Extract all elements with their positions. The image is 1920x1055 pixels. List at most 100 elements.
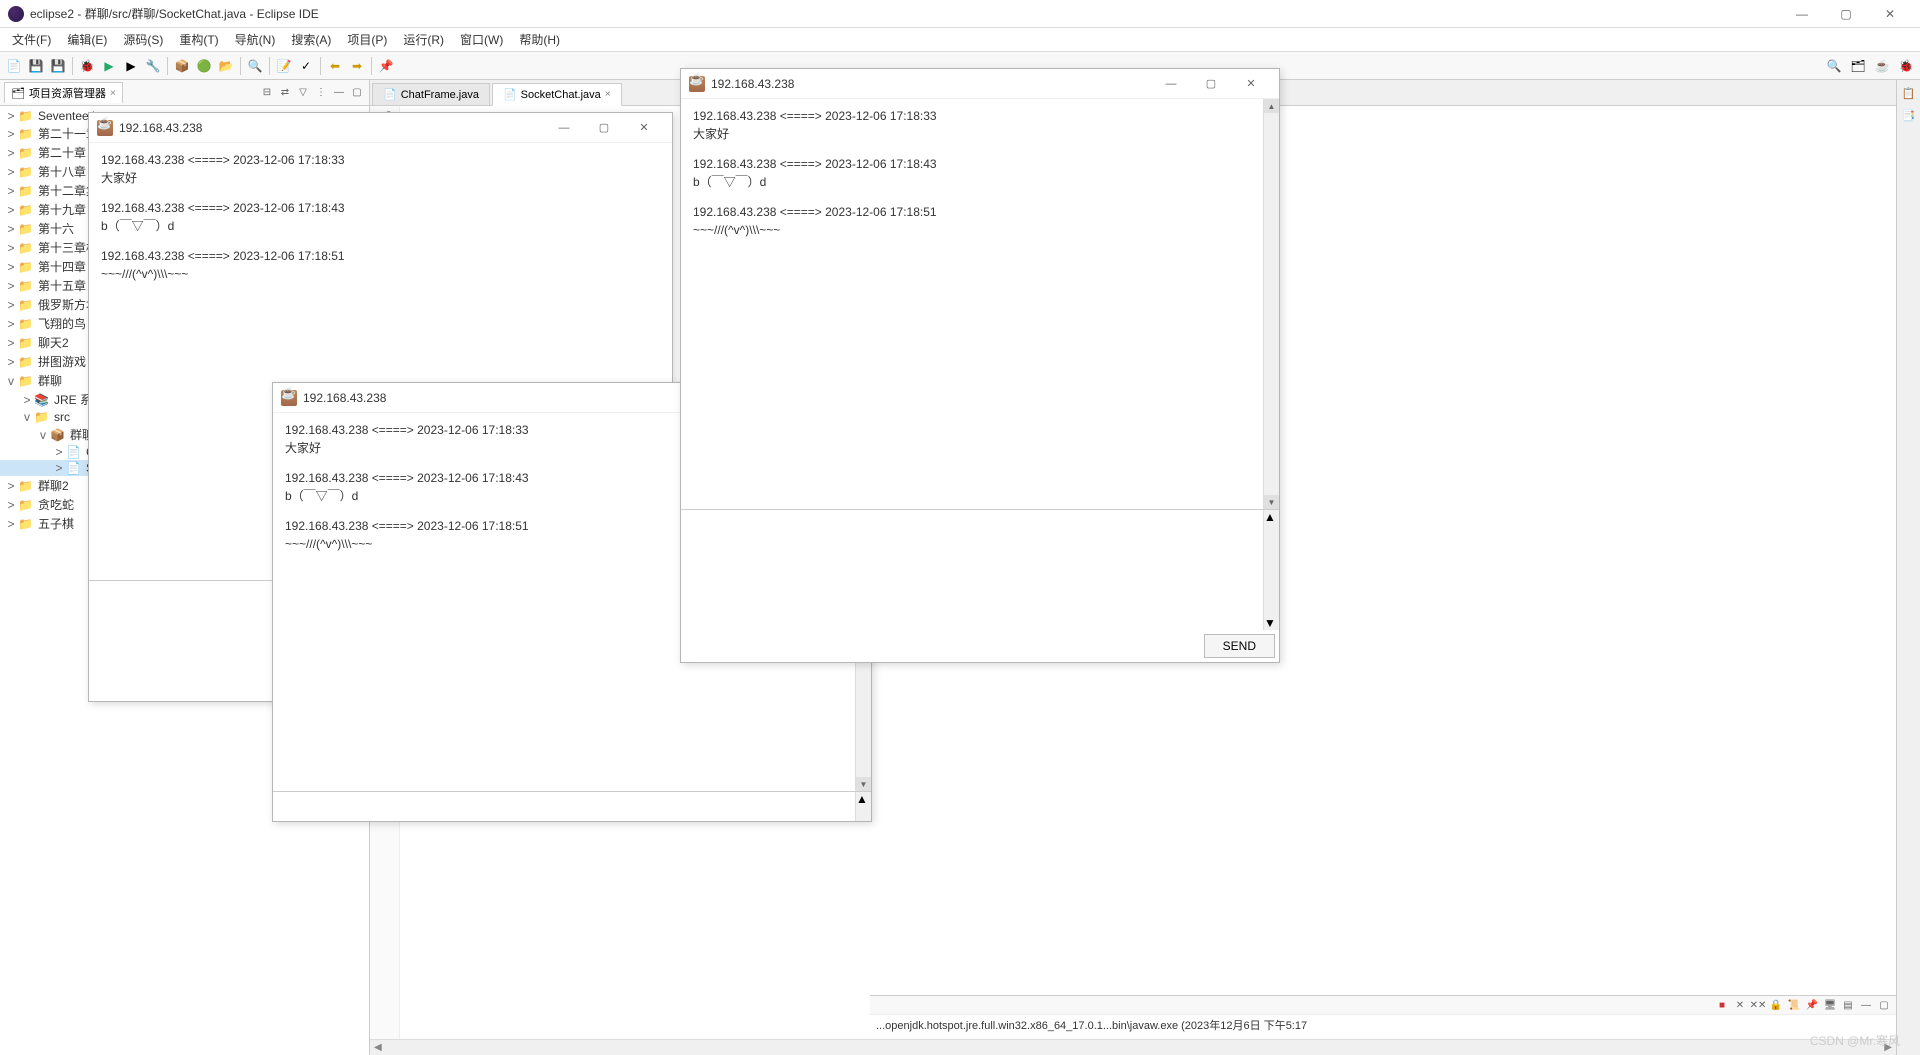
menu-source[interactable]: 源码(S) [115, 31, 171, 48]
menu-project[interactable]: 项目(P) [339, 31, 395, 48]
open-console-icon[interactable]: ▤ [1840, 997, 1856, 1013]
maximize-button[interactable]: ▢ [1191, 72, 1231, 96]
display-icon[interactable]: 🖥 [1822, 997, 1838, 1013]
send-button[interactable]: SEND [1204, 634, 1275, 658]
scrollbar[interactable]: ▲ ▼ [1263, 99, 1279, 509]
run-icon[interactable]: ▶ [99, 56, 119, 76]
minimize-button[interactable]: — [544, 116, 584, 140]
save-icon[interactable]: 💾 [26, 56, 46, 76]
chat-titlebar[interactable]: 192.168.43.238 — ▢ ✕ [681, 69, 1279, 99]
task-list-icon[interactable]: 📑 [1900, 106, 1918, 124]
tree-toggle-icon[interactable]: > [4, 241, 18, 255]
pin-console-icon[interactable]: 📌 [1804, 997, 1820, 1013]
menu-edit[interactable]: 编辑(E) [59, 31, 115, 48]
scroll-up-icon[interactable]: ▲ [1264, 99, 1279, 113]
java-persp-icon[interactable]: ☕ [1872, 56, 1892, 76]
input-scrollbar[interactable]: ▲ ▼ [1263, 510, 1279, 630]
new-pkg-icon[interactable]: 📦 [172, 56, 192, 76]
tree-toggle-icon[interactable]: > [52, 445, 66, 459]
ext-tools-icon[interactable]: 🔧 [143, 56, 163, 76]
scroll-up-icon[interactable]: ▲ [1264, 510, 1279, 524]
search-tb-icon[interactable]: 🔍 [245, 56, 265, 76]
new-class-icon[interactable]: 🟢 [194, 56, 214, 76]
close-button[interactable]: ✕ [1868, 0, 1912, 28]
task-icon[interactable]: ✓ [296, 56, 316, 76]
tree-toggle-icon[interactable]: > [4, 298, 18, 312]
tree-toggle-icon[interactable]: > [4, 479, 18, 493]
terminate-icon[interactable]: ■ [1714, 997, 1730, 1013]
menu-help[interactable]: 帮助(H) [511, 31, 568, 48]
tree-toggle-icon[interactable]: > [20, 393, 34, 407]
tree-toggle-icon[interactable]: > [4, 184, 18, 198]
tree-toggle-icon[interactable]: > [4, 336, 18, 350]
chat-input[interactable] [681, 510, 1263, 630]
tree-toggle-icon[interactable]: > [4, 355, 18, 369]
tree-toggle-icon[interactable]: > [4, 279, 18, 293]
scroll-up-icon[interactable]: ▲ [856, 792, 871, 806]
menu-search[interactable]: 搜索(A) [283, 31, 339, 48]
menu-run[interactable]: 运行(R) [395, 31, 452, 48]
debug-icon[interactable]: 🐞 [77, 56, 97, 76]
close-icon[interactable]: × [110, 88, 116, 99]
pin-icon[interactable]: 📌 [376, 56, 396, 76]
horizontal-scrollbar[interactable]: ◀ ▶ [370, 1039, 1896, 1055]
menu-file[interactable]: 文件(F) [4, 31, 59, 48]
maximize-button[interactable]: ▢ [584, 116, 624, 140]
collapse-all-icon[interactable]: ⊟ [259, 85, 275, 101]
tree-toggle-icon[interactable]: > [4, 498, 18, 512]
scroll-down-icon[interactable]: ▼ [856, 777, 871, 791]
tab-chatframe[interactable]: 📄 ChatFrame.java [372, 83, 490, 105]
input-scrollbar[interactable]: ▲ [855, 792, 871, 821]
search-right-icon[interactable]: 🔍 [1824, 56, 1844, 76]
link-editor-icon[interactable]: ⇄ [277, 85, 293, 101]
remove-all-icon[interactable]: ✕✕ [1750, 997, 1766, 1013]
scroll-down-icon[interactable]: ▼ [1264, 495, 1279, 509]
max-console-icon[interactable]: ▢ [1876, 997, 1892, 1013]
tree-toggle-icon[interactable]: > [4, 203, 18, 217]
clear-icon[interactable]: 📜 [1786, 997, 1802, 1013]
view-menu-icon[interactable]: ⋮ [313, 85, 329, 101]
tree-toggle-icon[interactable]: > [4, 165, 18, 179]
tab-socketchat[interactable]: 📄 SocketChat.java × [492, 83, 622, 106]
min-console-icon[interactable]: — [1858, 997, 1874, 1013]
close-icon[interactable]: × [605, 89, 611, 100]
outline-icon[interactable]: 📋 [1900, 84, 1918, 102]
tree-toggle-icon[interactable]: v [36, 428, 50, 442]
project-explorer-tab[interactable]: 🗂 项目资源管理器 × [4, 82, 123, 103]
close-button[interactable]: ✕ [624, 116, 664, 140]
tree-toggle-icon[interactable]: > [4, 146, 18, 160]
scroll-down-icon[interactable]: ▼ [1264, 616, 1279, 630]
minimize-button[interactable]: — [1780, 0, 1824, 28]
minimize-button[interactable]: — [1151, 72, 1191, 96]
new-icon[interactable]: 📄 [4, 56, 24, 76]
tree-toggle-icon[interactable]: > [4, 260, 18, 274]
remove-icon[interactable]: ✕ [1732, 997, 1748, 1013]
maximize-view-icon[interactable]: ▢ [349, 85, 365, 101]
tree-toggle-icon[interactable]: > [4, 317, 18, 331]
open-type-icon[interactable]: 📂 [216, 56, 236, 76]
coverage-icon[interactable]: ▶ [121, 56, 141, 76]
menu-window[interactable]: 窗口(W) [452, 31, 511, 48]
close-button[interactable]: ✕ [1231, 72, 1271, 96]
menu-refactor[interactable]: 重构(T) [171, 31, 226, 48]
tree-toggle-icon[interactable]: > [52, 461, 66, 475]
persp-icon[interactable]: 🗂 [1848, 56, 1868, 76]
debug-persp-icon[interactable]: 🐞 [1896, 56, 1916, 76]
scroll-left-icon[interactable]: ◀ [374, 1042, 382, 1053]
back-icon[interactable]: ⬅ [325, 56, 345, 76]
fwd-icon[interactable]: ➡ [347, 56, 367, 76]
filter-icon[interactable]: ▽ [295, 85, 311, 101]
minimize-view-icon[interactable]: — [331, 85, 347, 101]
tree-toggle-icon[interactable]: v [4, 374, 18, 388]
menu-navigate[interactable]: 导航(N) [227, 31, 284, 48]
chat-input[interactable] [273, 792, 855, 821]
tree-toggle-icon[interactable]: > [4, 127, 18, 141]
maximize-button[interactable]: ▢ [1824, 0, 1868, 28]
chat-titlebar[interactable]: 192.168.43.238 — ▢ ✕ [89, 113, 672, 143]
tree-toggle-icon[interactable]: > [4, 222, 18, 236]
save-all-icon[interactable]: 💾 [48, 56, 68, 76]
scroll-lock-icon[interactable]: 🔒 [1768, 997, 1784, 1013]
tree-toggle-icon[interactable]: > [4, 517, 18, 531]
tree-toggle-icon[interactable]: > [4, 109, 18, 123]
annotate-icon[interactable]: 📝 [274, 56, 294, 76]
